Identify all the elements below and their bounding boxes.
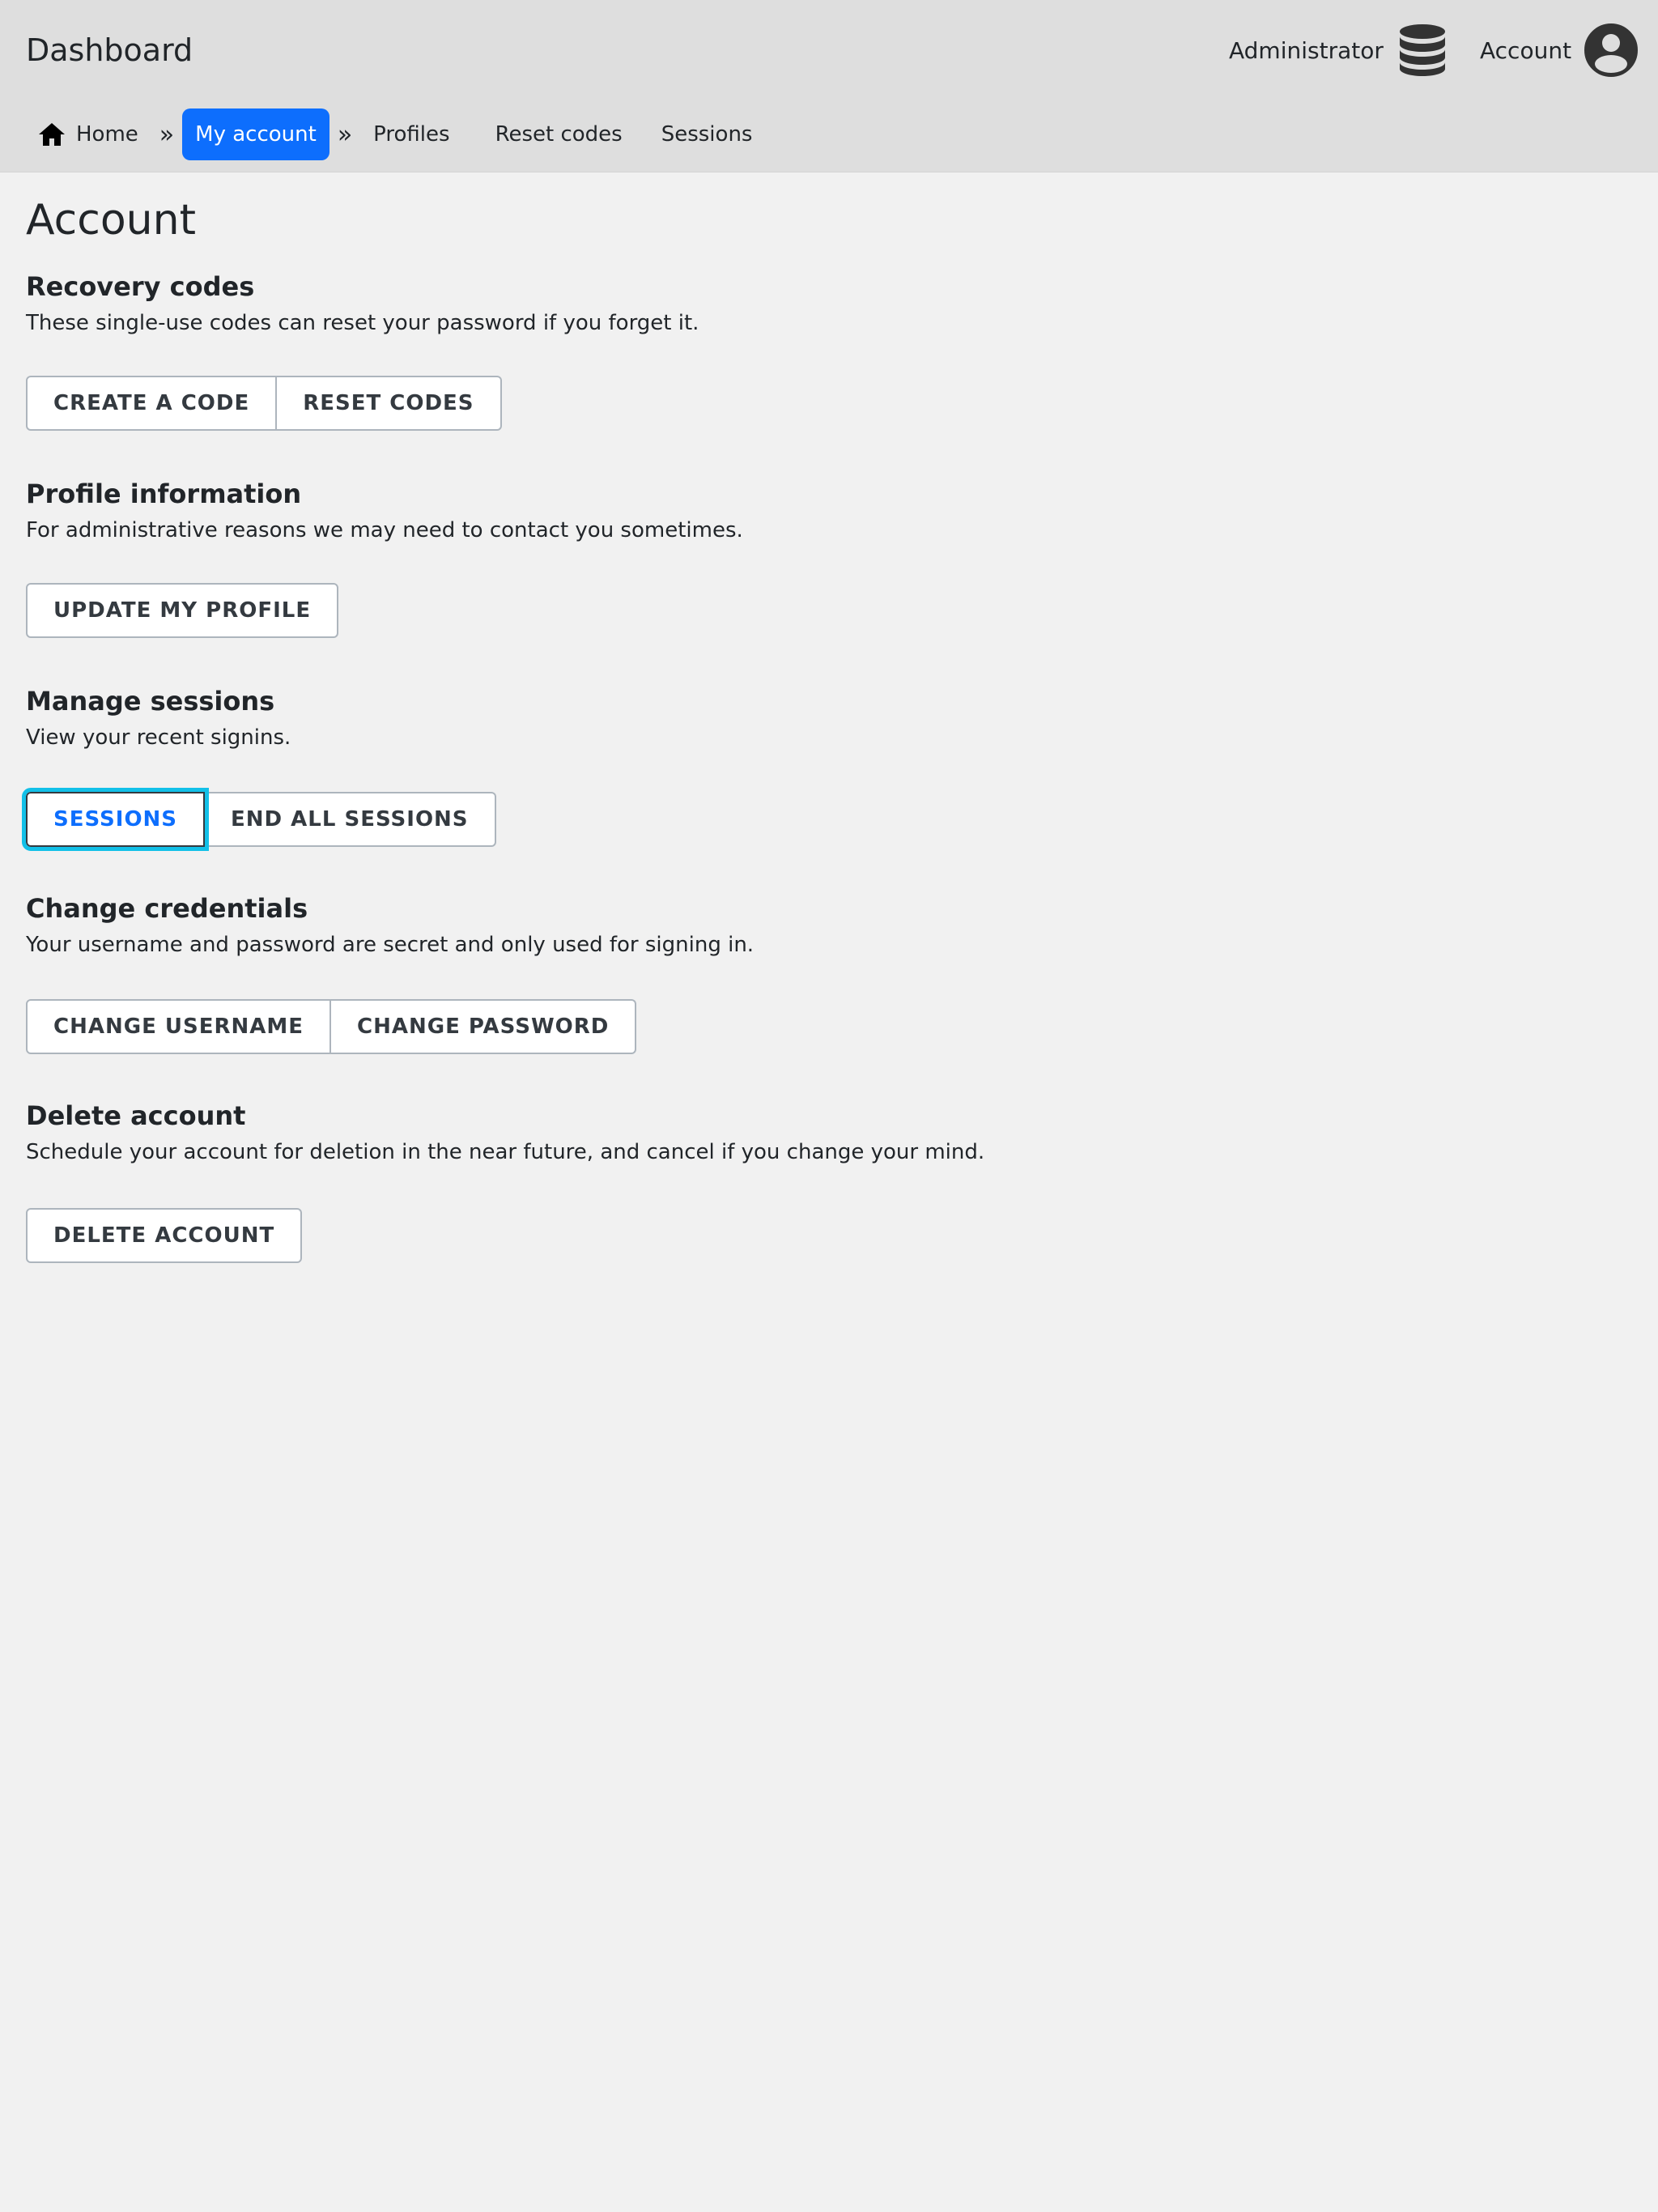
nav-profiles[interactable]: Profiles bbox=[360, 108, 462, 160]
section-description: Schedule your account for deletion in th… bbox=[26, 1140, 985, 1164]
section-description: Your username and password are secret an… bbox=[26, 933, 755, 957]
section-description: View your recent signins. bbox=[26, 725, 291, 750]
recovery-codes-buttons: CREATE A CODE RESET CODES bbox=[26, 376, 502, 431]
change-password-button[interactable]: CHANGE PASSWORD bbox=[331, 999, 637, 1054]
account-menu[interactable]: Account bbox=[1480, 21, 1639, 79]
user-circle-icon bbox=[1584, 23, 1639, 77]
create-code-button[interactable]: CREATE A CODE bbox=[26, 376, 278, 431]
profile-buttons: UPDATE MY PROFILE bbox=[26, 583, 339, 638]
nav-sessions[interactable]: Sessions bbox=[648, 108, 766, 160]
delete-buttons: DELETE ACCOUNT bbox=[26, 1208, 303, 1263]
nav-home[interactable]: Home bbox=[26, 108, 151, 160]
change-credentials-section: Change credentials Your username and pas… bbox=[26, 891, 754, 960]
breadcrumb: Home » My account » Profiles Reset codes… bbox=[26, 108, 765, 160]
recovery-codes-section: Recovery codes These single-use codes ca… bbox=[26, 269, 699, 338]
section-heading: Delete account bbox=[26, 1100, 246, 1131]
delete-account-section: Delete account Schedule your account for… bbox=[26, 1098, 984, 1168]
breadcrumb-separator: » bbox=[337, 120, 353, 149]
nav-reset-codes[interactable]: Reset codes bbox=[483, 108, 636, 160]
nav-home-label: Home bbox=[76, 122, 138, 147]
end-all-sessions-button[interactable]: END ALL SESSIONS bbox=[205, 792, 496, 847]
section-heading: Manage sessions bbox=[26, 686, 275, 717]
manage-sessions-section: Manage sessions View your recent signins… bbox=[26, 683, 291, 753]
section-heading: Recovery codes bbox=[26, 271, 255, 302]
administrator-menu[interactable]: Administrator bbox=[1229, 21, 1447, 79]
change-username-button[interactable]: CHANGE USERNAME bbox=[26, 999, 332, 1054]
delete-account-button[interactable]: DELETE ACCOUNT bbox=[26, 1208, 303, 1263]
sessions-buttons: SESSIONS END ALL SESSIONS bbox=[21, 788, 496, 851]
breadcrumb-separator: » bbox=[159, 120, 175, 149]
reset-codes-button[interactable]: RESET CODES bbox=[277, 376, 502, 431]
main-content: Account Recovery codes These single-use … bbox=[21, 191, 1613, 1263]
profile-information-section: Profile information For administrative r… bbox=[26, 476, 743, 546]
credentials-buttons: CHANGE USERNAME CHANGE PASSWORD bbox=[26, 999, 637, 1054]
page-title: Account bbox=[26, 196, 196, 245]
section-heading: Profile information bbox=[26, 479, 302, 509]
section-description: For administrative reasons we may need t… bbox=[26, 518, 743, 542]
app-title: Dashboard bbox=[26, 32, 193, 68]
top-bar: Dashboard Administrator Account Home » M… bbox=[0, 0, 1658, 172]
account-label: Account bbox=[1480, 36, 1572, 64]
update-profile-button[interactable]: UPDATE MY PROFILE bbox=[26, 583, 339, 638]
sessions-button[interactable]: SESSIONS bbox=[21, 788, 210, 851]
section-description: These single-use codes can reset your pa… bbox=[26, 311, 699, 335]
home-icon bbox=[39, 123, 65, 146]
nav-my-account[interactable]: My account bbox=[182, 108, 329, 160]
database-icon bbox=[1399, 24, 1445, 76]
administrator-label: Administrator bbox=[1229, 36, 1384, 64]
section-heading: Change credentials bbox=[26, 893, 308, 924]
